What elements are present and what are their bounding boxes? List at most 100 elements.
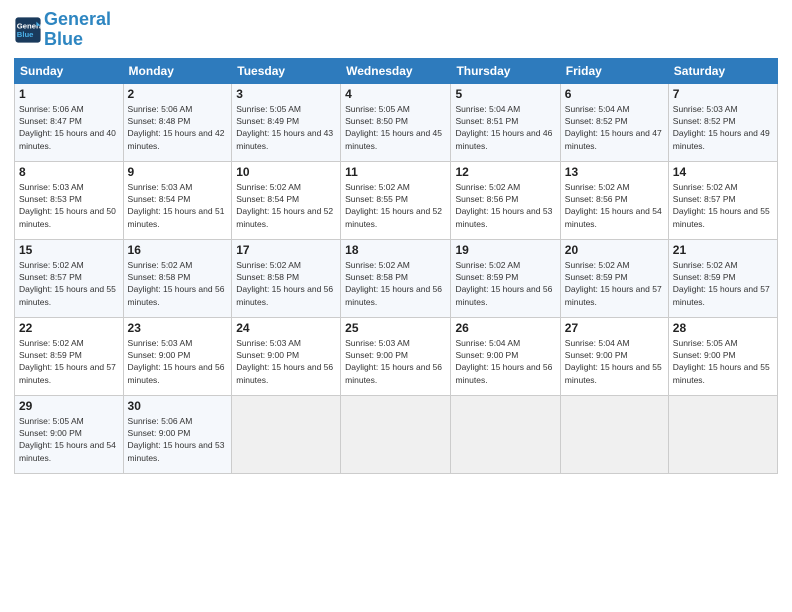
day-number: 15 [19,243,119,257]
day-info: Sunrise: 5:05 AMSunset: 8:49 PMDaylight:… [236,103,336,152]
calendar-cell: 2 Sunrise: 5:06 AMSunset: 8:48 PMDaylight… [123,83,232,161]
calendar-cell: 12Sunrise: 5:02 AMSunset: 8:56 PMDayligh… [451,161,560,239]
calendar-cell: 21 Sunrise: 5:02 AMSunset: 8:59 PMDayligh… [668,239,777,317]
svg-text:Blue: Blue [17,30,34,39]
calendar-cell: 18 Sunrise: 5:02 AMSunset: 8:58 PMDayligh… [341,239,451,317]
day-number: 29 [19,399,119,413]
day-number: 5 [455,87,555,101]
day-number: 13 [565,165,664,179]
day-number: 3 [236,87,336,101]
day-info: Sunrise: 5:03 AMSunset: 8:53 PMDaylight:… [19,181,119,230]
day-info: Sunrise: 5:06 AMSunset: 8:47 PMDaylight:… [19,103,119,152]
day-info: Sunrise: 5:04 AMSunset: 9:00 PMDaylight:… [565,337,664,386]
calendar-cell [232,395,341,473]
page-container: General Blue General Blue SundayMondayTu… [0,0,792,484]
calendar-cell [668,395,777,473]
day-info: Sunrise: 5:03 AMSunset: 8:54 PMDaylight:… [128,181,228,230]
day-info: Sunrise: 5:02 AMSunset: 8:54 PMDaylight:… [236,181,336,230]
day-info: Sunrise: 5:02 AMSunset: 8:59 PMDaylight:… [673,259,773,308]
day-number: 8 [19,165,119,179]
day-info: Sunrise: 5:02 AMSunset: 8:59 PMDaylight:… [455,259,555,308]
day-number: 25 [345,321,446,335]
day-number: 11 [345,165,446,179]
calendar-week-row: 29 Sunrise: 5:05 AMSunset: 9:00 PMDayligh… [15,395,778,473]
calendar-week-row: 1 Sunrise: 5:06 AMSunset: 8:47 PMDaylight… [15,83,778,161]
day-number: 28 [673,321,773,335]
calendar-cell: 25 Sunrise: 5:03 AMSunset: 9:00 PMDayligh… [341,317,451,395]
calendar-cell: 27 Sunrise: 5:04 AMSunset: 9:00 PMDayligh… [560,317,668,395]
calendar-cell [560,395,668,473]
day-info: Sunrise: 5:05 AMSunset: 9:00 PMDaylight:… [19,415,119,464]
day-number: 30 [128,399,228,413]
calendar-cell [341,395,451,473]
day-info: Sunrise: 5:05 AMSunset: 9:00 PMDaylight:… [673,337,773,386]
logo-text: General [44,10,111,30]
calendar-week-row: 8 Sunrise: 5:03 AMSunset: 8:53 PMDaylight… [15,161,778,239]
day-info: Sunrise: 5:03 AMSunset: 9:00 PMDaylight:… [345,337,446,386]
day-info: Sunrise: 5:02 AMSunset: 8:56 PMDaylight:… [565,181,664,230]
calendar-cell [451,395,560,473]
day-number: 6 [565,87,664,101]
weekday-header-saturday: Saturday [668,58,777,83]
calendar-cell: 24 Sunrise: 5:03 AMSunset: 9:00 PMDayligh… [232,317,341,395]
weekday-header-row: SundayMondayTuesdayWednesdayThursdayFrid… [15,58,778,83]
day-info: Sunrise: 5:03 AMSunset: 8:52 PMDaylight:… [673,103,773,152]
day-info: Sunrise: 5:06 AMSunset: 8:48 PMDaylight:… [128,103,228,152]
day-number: 27 [565,321,664,335]
day-number: 4 [345,87,446,101]
day-info: Sunrise: 5:02 AMSunset: 8:57 PMDaylight:… [19,259,119,308]
day-number: 14 [673,165,773,179]
day-info: Sunrise: 5:03 AMSunset: 9:00 PMDaylight:… [128,337,228,386]
calendar-cell: 1 Sunrise: 5:06 AMSunset: 8:47 PMDaylight… [15,83,124,161]
day-info: Sunrise: 5:04 AMSunset: 8:51 PMDaylight:… [455,103,555,152]
calendar-table: SundayMondayTuesdayWednesdayThursdayFrid… [14,58,778,474]
day-number: 2 [128,87,228,101]
calendar-cell: 5 Sunrise: 5:04 AMSunset: 8:51 PMDaylight… [451,83,560,161]
day-info: Sunrise: 5:02 AMSunset: 8:59 PMDaylight:… [19,337,119,386]
day-number: 24 [236,321,336,335]
day-info: Sunrise: 5:02 AMSunset: 8:58 PMDaylight:… [236,259,336,308]
svg-text:General: General [17,21,42,30]
calendar-cell: 7 Sunrise: 5:03 AMSunset: 8:52 PMDaylight… [668,83,777,161]
calendar-cell: 23Sunrise: 5:03 AMSunset: 9:00 PMDayligh… [123,317,232,395]
day-info: Sunrise: 5:04 AMSunset: 8:52 PMDaylight:… [565,103,664,152]
day-info: Sunrise: 5:04 AMSunset: 9:00 PMDaylight:… [455,337,555,386]
day-number: 1 [19,87,119,101]
weekday-header-sunday: Sunday [15,58,124,83]
calendar-week-row: 15 Sunrise: 5:02 AMSunset: 8:57 PMDayligh… [15,239,778,317]
day-info: Sunrise: 5:02 AMSunset: 8:57 PMDaylight:… [673,181,773,230]
day-number: 12 [455,165,555,179]
day-number: 10 [236,165,336,179]
weekday-header-monday: Monday [123,58,232,83]
day-info: Sunrise: 5:02 AMSunset: 8:58 PMDaylight:… [345,259,446,308]
day-number: 7 [673,87,773,101]
weekday-header-thursday: Thursday [451,58,560,83]
calendar-cell: 11Sunrise: 5:02 AMSunset: 8:55 PMDayligh… [341,161,451,239]
calendar-cell: 16Sunrise: 5:02 AMSunset: 8:58 PMDayligh… [123,239,232,317]
calendar-cell: 15 Sunrise: 5:02 AMSunset: 8:57 PMDayligh… [15,239,124,317]
logo-text-blue: Blue [44,30,111,50]
calendar-cell: 29 Sunrise: 5:05 AMSunset: 9:00 PMDayligh… [15,395,124,473]
day-number: 18 [345,243,446,257]
calendar-cell: 13 Sunrise: 5:02 AMSunset: 8:56 PMDayligh… [560,161,668,239]
calendar-cell: 20Sunrise: 5:02 AMSunset: 8:59 PMDayligh… [560,239,668,317]
day-number: 9 [128,165,228,179]
day-number: 21 [673,243,773,257]
day-info: Sunrise: 5:03 AMSunset: 9:00 PMDaylight:… [236,337,336,386]
calendar-cell: 28 Sunrise: 5:05 AMSunset: 9:00 PMDayligh… [668,317,777,395]
calendar-cell: 14 Sunrise: 5:02 AMSunset: 8:57 PMDayligh… [668,161,777,239]
calendar-cell: 22Sunrise: 5:02 AMSunset: 8:59 PMDayligh… [15,317,124,395]
day-info: Sunrise: 5:05 AMSunset: 8:50 PMDaylight:… [345,103,446,152]
day-info: Sunrise: 5:02 AMSunset: 8:58 PMDaylight:… [128,259,228,308]
calendar-cell: 17 Sunrise: 5:02 AMSunset: 8:58 PMDayligh… [232,239,341,317]
weekday-header-tuesday: Tuesday [232,58,341,83]
calendar-week-row: 22Sunrise: 5:02 AMSunset: 8:59 PMDayligh… [15,317,778,395]
weekday-header-wednesday: Wednesday [341,58,451,83]
weekday-header-friday: Friday [560,58,668,83]
logo-icon: General Blue [14,16,42,44]
calendar-cell: 6 Sunrise: 5:04 AMSunset: 8:52 PMDaylight… [560,83,668,161]
day-info: Sunrise: 5:06 AMSunset: 9:00 PMDaylight:… [128,415,228,464]
day-number: 26 [455,321,555,335]
day-number: 17 [236,243,336,257]
calendar-cell: 19Sunrise: 5:02 AMSunset: 8:59 PMDayligh… [451,239,560,317]
